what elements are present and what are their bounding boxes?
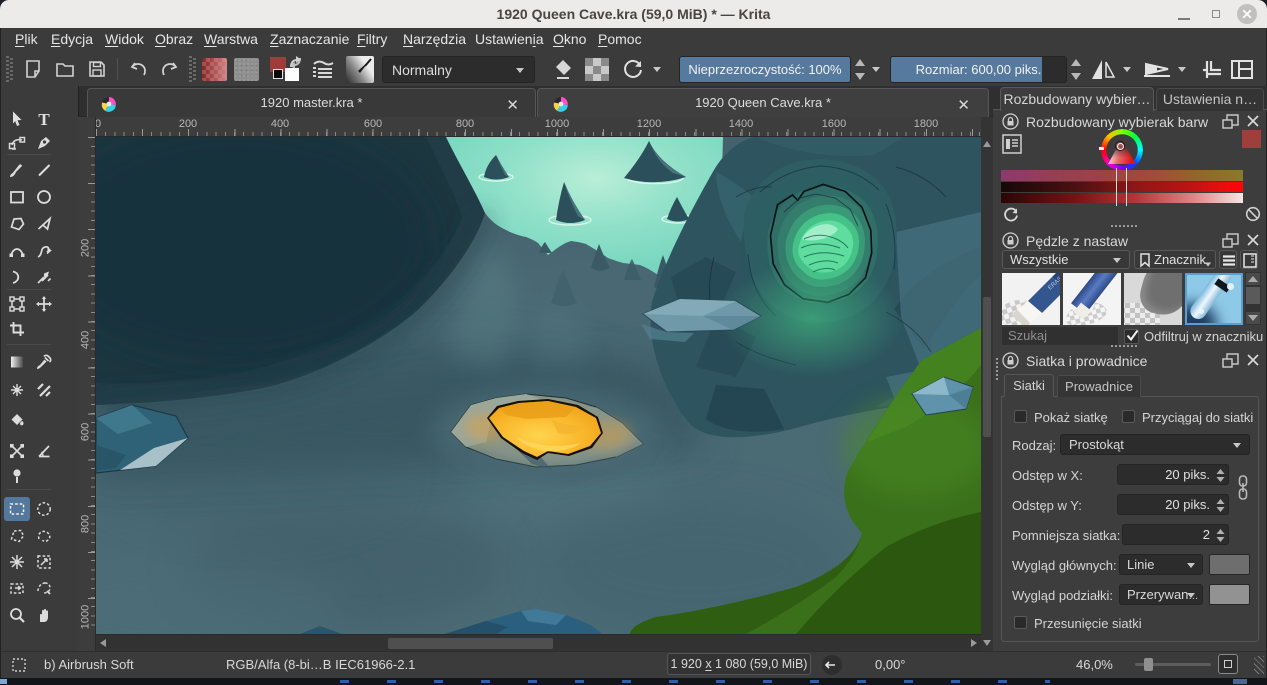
svg-text:T: T <box>38 110 50 128</box>
